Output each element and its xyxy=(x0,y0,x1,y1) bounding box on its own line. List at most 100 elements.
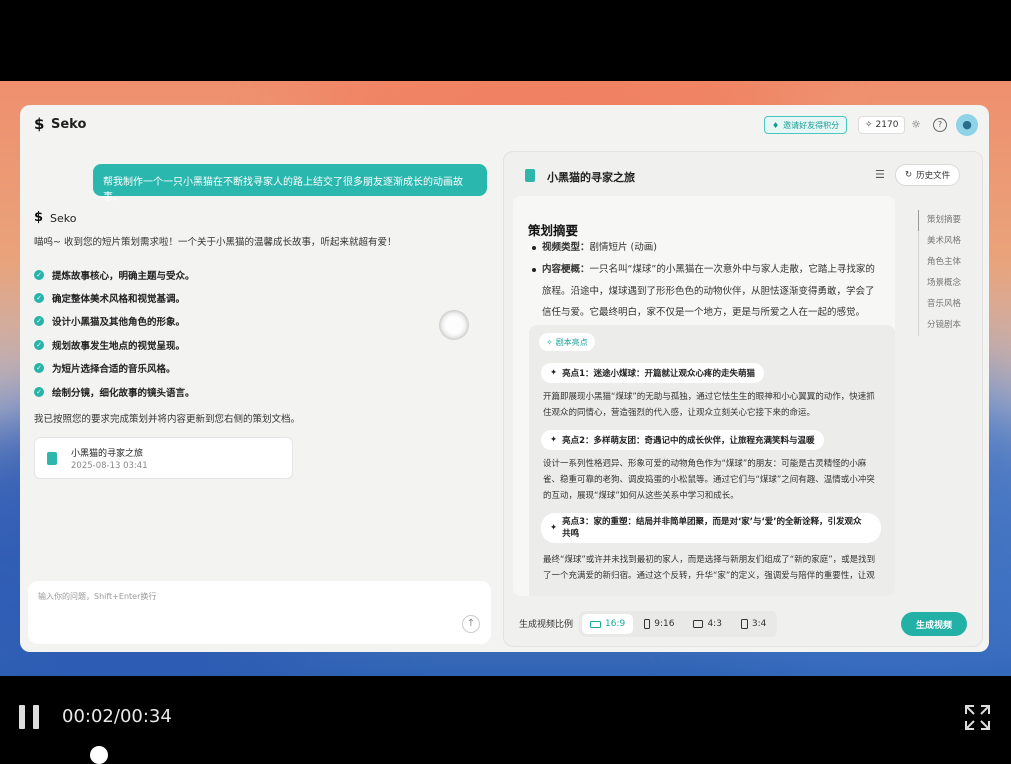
synopsis-line: 旅程。沿途中，煤球遇到了形形色色的动物伙伴，从胆怯逐渐变得勇敢，学会了 xyxy=(542,286,875,297)
user-message-bubble: 帮我制作一个一只小黑猫在不断找寻家人的路上结交了很多朋友逐渐成长的动画故事。 xyxy=(93,164,487,203)
ratio-option-16-9[interactable]: 16:9 xyxy=(582,614,634,634)
task-label: 提炼故事核心，明确主题与受众。 xyxy=(52,270,195,282)
bullet xyxy=(532,245,536,250)
highlight-title-text: 亮点2：多样萌友团：奇遇记中的成长伙伴，让旅程充满笑料与温暖 xyxy=(562,436,815,446)
synopsis-row: 内容梗概：一只名叫“煤球”的小黑猫在一次意外中与家人走散，它踏上寻找家的 xyxy=(532,259,875,280)
task-item: ✓ 绘制分镜，细化故事的镜头语言。 xyxy=(34,380,195,403)
generation-footer: 生成视频比例 16:9 9:16 4:3 3:4 生成视频 xyxy=(504,602,982,646)
document-icon xyxy=(47,452,57,465)
user-avatar-icon[interactable]: ● xyxy=(956,114,978,136)
top-bar: $ Seko ♦ 邀请好友得积分 ✧ 2170 ☼ ? ● xyxy=(20,105,989,145)
outline-item-storyboard[interactable]: 分镜剧本 xyxy=(918,315,961,336)
sparkle-icon: ✧ xyxy=(546,337,553,347)
ratio-value: 16:9 xyxy=(605,619,626,629)
seek-handle[interactable] xyxy=(90,746,108,764)
document-panel: 小黑猫的寻家之旅 ☰ ↻ 历史文件 策划摘要 视频类型：剧情短片 (动画) 内容… xyxy=(503,151,983,647)
outline-item-scenes[interactable]: 场景概念 xyxy=(918,273,961,294)
check-icon: ✓ xyxy=(34,386,44,397)
outline-item-art-style[interactable]: 美术风格 xyxy=(918,231,961,252)
brand-name: Seko xyxy=(51,116,87,132)
highlight-desc-line: 开篇即展现小黑猫“煤球”的无助与孤独，通过它怯生生的眼神和小心翼翼的动作，快速抓 xyxy=(543,392,875,402)
document-header: 小黑猫的寻家之旅 ☰ ↻ 历史文件 xyxy=(504,152,982,196)
app-window: $ Seko ♦ 邀请好友得积分 ✧ 2170 ☼ ? ● 帮我制作一个一只小黑… xyxy=(20,105,989,652)
highlight-desc-line: 了一个充满爱的新归宿。通过这个反转，升华“家”的定义，强调爱与陪伴的重要性，让观 xyxy=(543,571,875,581)
ratio-value: 3:4 xyxy=(751,619,767,629)
check-icon: ✓ xyxy=(34,363,44,374)
send-button[interactable]: ↑ xyxy=(462,615,480,633)
check-icon: ✓ xyxy=(34,316,44,327)
highlights-tag-label: 剧本亮点 xyxy=(555,337,588,347)
highlight-desc: 最终“煤球”或许并未找到最初的家人，而是选择与新朋友们组成了“新的家庭”，或是找… xyxy=(543,552,883,584)
ratio-label: 生成视频比例 xyxy=(519,620,574,630)
landscape-icon xyxy=(590,620,601,628)
document-card[interactable]: 小黑猫的寻家之旅 2025-08-13 03:41 xyxy=(34,437,293,479)
bullet xyxy=(532,267,536,272)
task-item: ✓ 确定整体美术风格和视觉基调。 xyxy=(34,286,195,309)
sparkle-icon: ✧ xyxy=(865,120,873,130)
synopsis-line: 信任与爱。它最终明白，家不仅是一个地方，更是与所爱之人在一起的感觉。 xyxy=(542,307,866,318)
assistant-header: $ Seko xyxy=(34,210,76,226)
synopsis-line: 一只名叫“煤球”的小黑猫在一次意外中与家人走散，它踏上寻找家的 xyxy=(589,264,875,275)
highlight-desc: 开篇即展现小黑猫“煤球”的无助与孤独，通过它怯生生的眼神和小心翼翼的动作，快速抓… xyxy=(543,389,883,421)
outline-item-characters[interactable]: 角色主体 xyxy=(918,252,961,273)
seko-logo-icon: $ xyxy=(34,210,44,225)
task-item: ✓ 提炼故事核心，明确主题与受众。 xyxy=(34,263,195,286)
task-label: 设计小黑猫及其他角色的形象。 xyxy=(52,317,186,329)
completion-message: 我已按照您的要求完成策划并将内容更新到您右侧的策划文档。 xyxy=(34,414,301,425)
outline-item-summary[interactable]: 策划摘要 xyxy=(918,210,961,231)
history-icon: ↻ xyxy=(905,170,913,180)
check-icon: ✓ xyxy=(34,269,44,280)
document-title: 小黑猫的寻家之旅 xyxy=(547,171,635,184)
ratio-option-3-4[interactable]: 3:4 xyxy=(733,614,774,634)
video-type-value: 剧情短片 (动画) xyxy=(589,242,657,253)
ratio-option-4-3[interactable]: 4:3 xyxy=(685,614,729,634)
synopsis-label: 内容梗概： xyxy=(542,264,590,275)
playback-time: 00:02/00:34 xyxy=(62,706,172,727)
task-list: ✓ 提炼故事核心，明确主题与受众。 ✓ 确定整体美术风格和视觉基调。 ✓ 设计小黑猫及… xyxy=(34,263,195,403)
check-icon: ✓ xyxy=(34,293,44,304)
logo[interactable]: $ Seko xyxy=(34,116,86,132)
highlight-desc-line: 最终“煤球”或许并未找到最初的家人，而是选择与新朋友们组成了“新的家庭”，或是找… xyxy=(543,555,876,565)
task-item: ✓ 规划故事发生地点的视觉呈现。 xyxy=(34,333,195,356)
highlight-title: ✦ 亮点3：家的重塑：结局并非简单团聚，而是对‘家’与‘爱’的全新诠释，引发观众… xyxy=(541,513,881,543)
portrait-icon xyxy=(740,619,748,629)
highlight-title: ✦ 亮点2：多样萌友团：奇遇记中的成长伙伴，让旅程充满笑料与温暖 xyxy=(541,430,824,450)
highlight-title: ✦ 亮点1：迷途小煤球：开篇就让观众心疼的走失萌猫 xyxy=(541,363,765,383)
outline-nav: 策划摘要 美术风格 角色主体 场景概念 音乐风格 分镜剧本 xyxy=(918,210,961,336)
ratio-option-9-16[interactable]: 9:16 xyxy=(636,614,682,634)
highlight-title-line: 共鸣 xyxy=(562,529,580,539)
credits-value: 2170 xyxy=(875,120,899,130)
landscape-icon xyxy=(693,620,704,628)
highlight-desc-line: 雀、稳重可靠的老狗、调皮捣蛋的小松鼠等。通过它们与“煤球”之间有趣、温情或小冲突 xyxy=(543,475,875,485)
invite-button[interactable]: ♦ 邀请好友得积分 xyxy=(764,116,848,134)
chat-input[interactable]: 输入你的问题，Shift+Enter换行 ↑ xyxy=(28,581,491,644)
help-icon[interactable]: ? xyxy=(933,118,947,132)
history-files-button[interactable]: ↻ 历史文件 xyxy=(895,164,961,186)
generate-video-button[interactable]: 生成视频 xyxy=(901,612,967,636)
highlight-desc-line: 的互动，展现“煤球”如何从这些关系中学习和成长。 xyxy=(543,491,739,501)
pause-icon xyxy=(19,705,25,729)
outline-toggle-icon[interactable]: ☰ xyxy=(875,168,885,181)
portrait-icon xyxy=(644,619,651,629)
star-icon: ✦ xyxy=(550,435,558,445)
history-label: 历史文件 xyxy=(916,171,951,181)
credits-badge[interactable]: ✧ 2170 xyxy=(858,116,906,134)
document-icon xyxy=(525,169,535,182)
task-label: 确定整体美术风格和视觉基调。 xyxy=(52,294,186,306)
fullscreen-icon[interactable] xyxy=(964,704,991,731)
pause-button[interactable] xyxy=(19,705,40,729)
highlights-card: ✧ 剧本亮点 ✦ 亮点1：迷途小煤球：开篇就让观众心疼的走失萌猫 开篇即展现小黑猫… xyxy=(529,325,895,596)
chat-input-placeholder: 输入你的问题，Shift+Enter换行 xyxy=(38,592,157,601)
document-card-date: 2025-08-13 03:41 xyxy=(71,461,148,471)
task-item: ✓ 设计小黑猫及其他角色的形象。 xyxy=(34,310,195,333)
highlight-title-line: 亮点3：家的重塑：结局并非简单团聚，而是对‘家’与‘爱’的全新诠释，引发观众 xyxy=(562,517,862,527)
highlights-tag: ✧ 剧本亮点 xyxy=(539,333,595,351)
outline-item-music[interactable]: 音乐风格 xyxy=(918,294,961,315)
check-icon: ✓ xyxy=(34,339,44,350)
cursor-indicator xyxy=(439,310,469,340)
sun-icon[interactable]: ☼ xyxy=(909,118,923,132)
document-content[interactable]: 策划摘要 视频类型：剧情短片 (动画) 内容梗概：一只名叫“煤球”的小黑猫在一次… xyxy=(513,196,895,596)
video-player-controls: 00:02/00:34 xyxy=(0,676,1011,764)
ratio-value: 4:3 xyxy=(707,619,722,629)
seko-logo-icon: $ xyxy=(34,115,45,133)
